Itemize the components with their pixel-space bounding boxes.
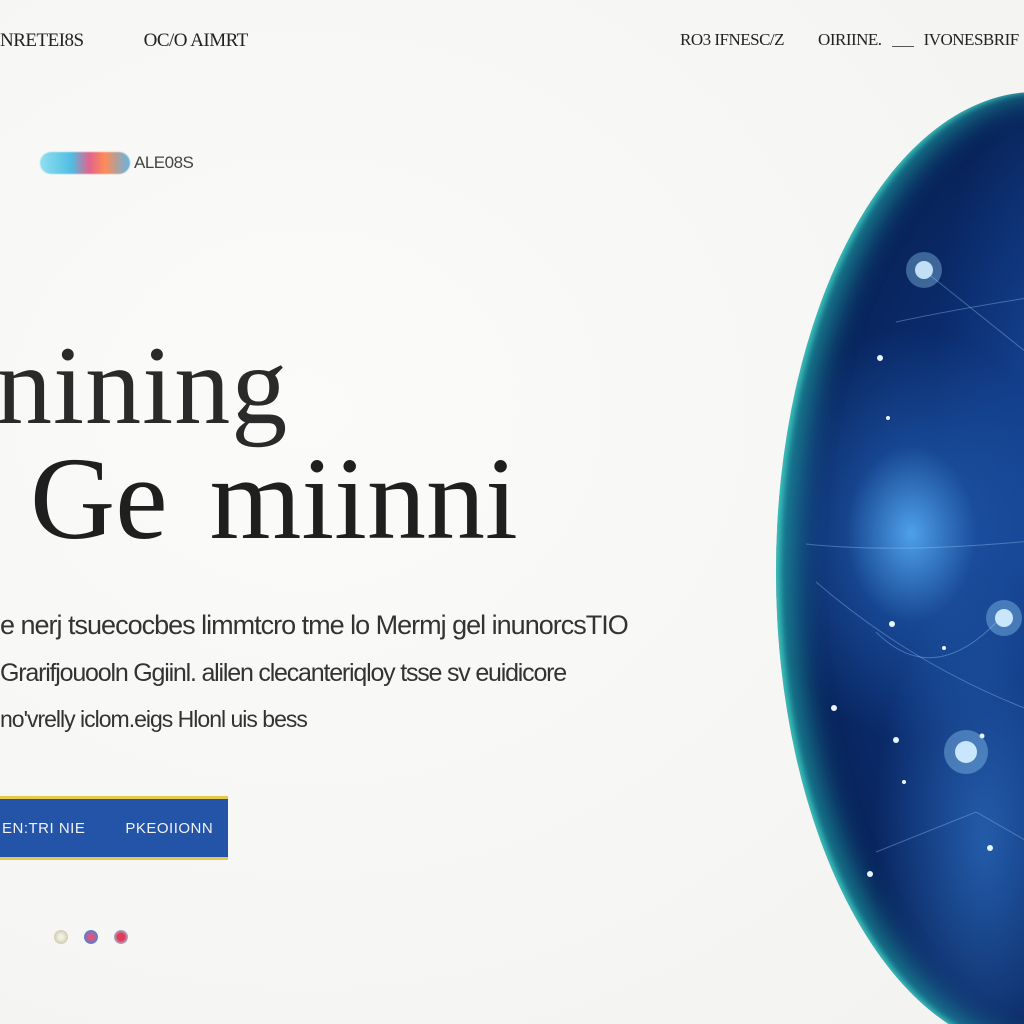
star-point xyxy=(987,845,993,851)
star-point xyxy=(889,621,895,627)
badge-label: ALE08S xyxy=(134,153,194,172)
globe-network-overlay xyxy=(805,252,1024,877)
star-point xyxy=(886,416,890,420)
star-point xyxy=(893,737,899,743)
star-point xyxy=(867,871,873,877)
description-line-2: Grarifjouooln Ggiinl. alilen clecanteriq… xyxy=(0,659,567,687)
nav-link-5[interactable]: IVONESBRIF xyxy=(924,30,1020,50)
nav-link-3[interactable]: RO3 IFNESC/Z xyxy=(680,30,785,50)
star-glows xyxy=(906,252,1022,774)
primary-cta-button[interactable]: EN:TRI NIE PKEOIIONN xyxy=(0,796,228,860)
hero-headline-line-2: Ge miinni xyxy=(30,440,518,558)
hero-headline-line-1: nining xyxy=(0,324,289,448)
cta-label-part-1: EN:TRI NIE xyxy=(2,819,86,837)
star-point xyxy=(902,780,906,784)
landing-page: NRETEI8S OC/O AIMRT RO3 IFNESC/Z OIRIINE… xyxy=(0,0,1024,1024)
constellation-line xyxy=(925,271,1024,352)
constellation-line xyxy=(875,811,1024,853)
headline-word-1: Ge xyxy=(30,433,168,564)
hero-description: e nerj tsuecocbes limmtcro tme lo Mermj … xyxy=(0,612,780,753)
top-nav-left: NRETEI8S OC/O AIMRT xyxy=(0,30,248,52)
description-line-1: e nerj tsuecocbes limmtcro tme lo Mermj … xyxy=(0,610,629,640)
nav-link-2[interactable]: OC/O AIMRT xyxy=(144,30,249,52)
star-point xyxy=(877,355,883,361)
carousel-dot-3[interactable] xyxy=(114,930,128,944)
headline-word-2: miinni xyxy=(209,433,518,564)
nav-link-4[interactable]: OIRIINE. xyxy=(818,30,882,50)
star-glow xyxy=(986,600,1022,636)
carousel-dot-1[interactable] xyxy=(54,930,68,944)
nav-link-1[interactable]: NRETEI8S xyxy=(0,30,84,52)
constellation-line xyxy=(805,541,1024,549)
top-nav-right: RO3 IFNESC/Z OIRIINE. IVONESBRIF xyxy=(680,30,1024,50)
nav-separator xyxy=(891,45,914,47)
star-points xyxy=(831,261,1013,877)
badge-gradient-pill xyxy=(40,152,130,174)
announcement-badge[interactable]: ALE08S xyxy=(40,152,194,174)
star-point xyxy=(942,646,946,650)
carousel-dot-2[interactable] xyxy=(84,930,98,944)
star-glow xyxy=(906,252,942,288)
cta-label-part-2: PKEOIIONN xyxy=(125,819,214,837)
globe-graphic xyxy=(776,92,1024,1024)
star-point xyxy=(831,705,837,711)
description-line-3: no'vrelly iclom.eigs Hlonl uis bess xyxy=(0,706,308,732)
carousel-dots xyxy=(54,930,144,944)
star-glow xyxy=(944,730,988,774)
constellation-lines xyxy=(805,271,1024,853)
